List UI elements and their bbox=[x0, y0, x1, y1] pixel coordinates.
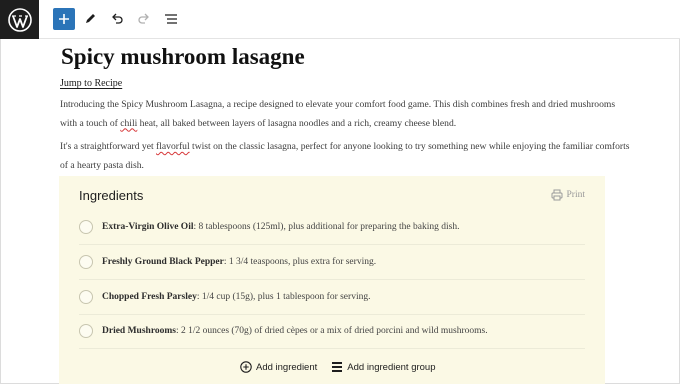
ingredient-detail: : 2 1/2 ounces (70g) of dried cèpes or a… bbox=[175, 326, 488, 336]
ingredient-checkbox[interactable] bbox=[79, 290, 93, 304]
undo-icon bbox=[112, 13, 123, 24]
add-ingredient-group-button[interactable]: Add ingredient group bbox=[331, 361, 436, 373]
ingredient-checkbox[interactable] bbox=[79, 255, 93, 269]
document-overview-button[interactable] bbox=[160, 8, 182, 30]
jump-to-recipe-link[interactable]: Jump to Recipe bbox=[60, 78, 122, 89]
ingredient-detail: : 1/4 cup (15g), plus 1 tablespoon for s… bbox=[196, 292, 371, 302]
ingredient-item[interactable]: Dried Mushrooms: 2 1/2 ounces (70g) of d… bbox=[79, 314, 585, 349]
list-view-icon bbox=[165, 14, 177, 24]
ingredient-name: Freshly Ground Black Pepper bbox=[102, 257, 224, 267]
intro-paragraph[interactable]: Introducing the Spicy Mushroom Lasagna, … bbox=[60, 96, 630, 133]
ingredients-heading: Ingredients bbox=[79, 188, 144, 203]
print-button[interactable]: Print bbox=[551, 189, 585, 201]
redo-button[interactable] bbox=[133, 8, 155, 30]
ingredient-detail: : 8 tablespoons (125ml), plus additional… bbox=[193, 222, 460, 232]
ingredient-text: Freshly Ground Black Pepper: 1 3/4 teasp… bbox=[102, 257, 376, 267]
plus-circle-icon bbox=[240, 361, 252, 373]
post-title[interactable]: Spicy mushroom lasagne bbox=[61, 44, 305, 70]
redo-icon bbox=[138, 13, 149, 24]
ingredient-name: Chopped Fresh Parsley bbox=[102, 292, 197, 302]
ingredient-detail: : 1 3/4 teaspoons, plus extra for servin… bbox=[223, 257, 377, 267]
undo-button[interactable] bbox=[106, 8, 128, 30]
print-label: Print bbox=[566, 190, 585, 200]
ingredient-text: Extra-Virgin Olive Oil: 8 tablespoons (1… bbox=[102, 222, 459, 232]
add-ingredient-button[interactable]: Add ingredient bbox=[240, 361, 317, 373]
wordpress-logo-icon[interactable] bbox=[0, 0, 39, 39]
add-block-button[interactable] bbox=[53, 8, 75, 30]
ingredients-block[interactable]: Ingredients Print Extra-Virgin Olive Oil… bbox=[59, 176, 605, 384]
ingredient-checkbox[interactable] bbox=[79, 220, 93, 234]
group-icon bbox=[332, 362, 343, 372]
spellcheck-word: flavorful bbox=[156, 141, 190, 152]
ingredient-text: Dried Mushrooms: 2 1/2 ounces (70g) of d… bbox=[102, 326, 488, 336]
pencil-icon bbox=[86, 14, 95, 23]
second-paragraph[interactable]: It's a straightforward yet flavorful twi… bbox=[60, 138, 630, 175]
ingredient-actions: Add ingredient Add ingredient group bbox=[240, 361, 436, 373]
add-ingredient-group-label: Add ingredient group bbox=[347, 361, 436, 373]
tools-button[interactable] bbox=[79, 8, 101, 30]
ingredient-item[interactable]: Freshly Ground Black Pepper: 1 3/4 teasp… bbox=[79, 245, 585, 280]
ingredient-name: Dried Mushrooms bbox=[102, 326, 176, 336]
ingredient-item[interactable]: Extra-Virgin Olive Oil: 8 tablespoons (1… bbox=[79, 210, 585, 245]
editor-toolbar bbox=[0, 0, 680, 39]
spellcheck-word: chili bbox=[120, 117, 138, 129]
ingredient-checkbox[interactable] bbox=[79, 324, 93, 338]
ingredient-item[interactable]: Chopped Fresh Parsley: 1/4 cup (15g), pl… bbox=[79, 280, 585, 315]
ingredient-name: Extra-Virgin Olive Oil bbox=[102, 222, 194, 232]
add-ingredient-label: Add ingredient bbox=[256, 361, 318, 373]
printer-icon bbox=[551, 189, 563, 201]
ingredient-text: Chopped Fresh Parsley: 1/4 cup (15g), pl… bbox=[102, 292, 370, 302]
plus-icon bbox=[59, 14, 69, 24]
